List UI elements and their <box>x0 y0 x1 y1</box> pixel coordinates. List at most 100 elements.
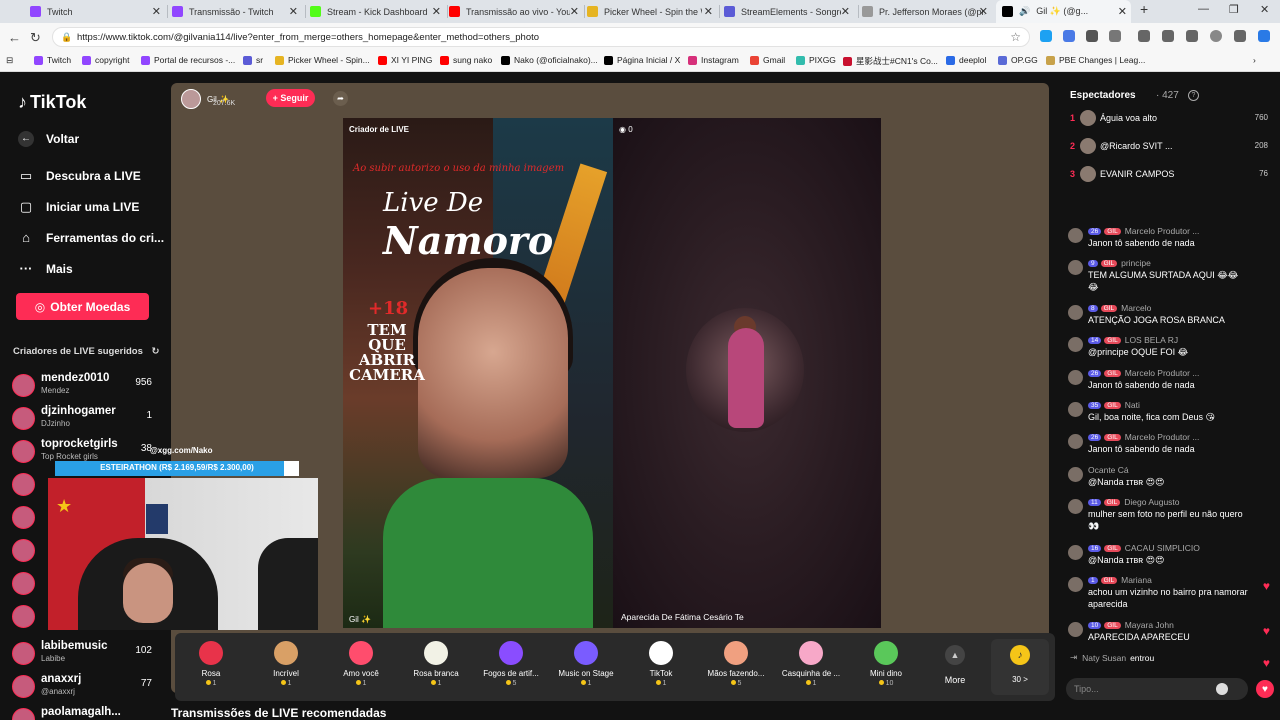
bookmark[interactable]: PIXGG <box>796 55 836 65</box>
avatar[interactable] <box>1068 545 1083 560</box>
browser-tab[interactable]: Transmissão ao vivo - YouTube ✕ <box>449 0 583 23</box>
close-window-icon[interactable]: ✕ <box>1260 3 1269 16</box>
avatar[interactable] <box>1068 337 1083 352</box>
browser-tab[interactable]: Transmissão - Twitch ✕ <box>172 0 302 23</box>
refresh-icon[interactable]: ↻ <box>30 30 41 46</box>
extension-icon[interactable] <box>1086 30 1098 42</box>
top-viewer-row[interactable]: 3 EVANIR CAMPOS 76 <box>1068 166 1276 184</box>
chat-username[interactable]: Diego Augusto <box>1124 497 1179 507</box>
send-gift-icon[interactable]: ♥ <box>1256 680 1274 698</box>
emoji-icon[interactable] <box>1216 683 1228 695</box>
bookmark[interactable]: Portal de recursos -... <box>141 55 235 65</box>
gift-item[interactable]: Music on Stage 1 <box>554 641 618 687</box>
tiktok-logo[interactable]: ♪ TikTok <box>18 92 86 113</box>
bookmark[interactable]: PBE Changes | Leag... <box>1046 55 1145 65</box>
chat-input[interactable]: Tipo... <box>1066 678 1248 700</box>
puzzle-icon[interactable] <box>1138 30 1150 42</box>
favorites-icon[interactable] <box>1186 30 1198 42</box>
close-tab-icon[interactable]: ✕ <box>152 5 161 18</box>
chat-username[interactable]: Mayara John <box>1125 620 1174 630</box>
close-tab-icon[interactable]: ✕ <box>432 5 441 18</box>
browser-tab[interactable]: Pr. Jefferson Moraes (@pr.je... ✕ <box>862 0 992 23</box>
chat-username[interactable]: LOS BELA RJ <box>1125 335 1178 345</box>
bookmark[interactable]: Nako (@oficialnako)... <box>501 55 598 65</box>
gift-item[interactable]: Casquinha de ... 1 <box>779 641 843 687</box>
chat-username[interactable]: CACAU SIMPLICIO <box>1125 543 1200 553</box>
chat-username[interactable]: Nati <box>1125 400 1140 410</box>
gift-item[interactable]: Mãos fazendo... 5 <box>704 641 768 687</box>
share-icon[interactable]: ➦ <box>333 91 348 106</box>
creator-tools-link[interactable]: ⌂ Ferramentas do cri... <box>18 230 164 245</box>
close-tab-icon[interactable]: ✕ <box>1118 5 1127 18</box>
top-viewer-row[interactable]: 2 @Ricardo SVIT ... 208 <box>1068 138 1276 156</box>
chat-username[interactable]: Marcelo <box>1121 303 1151 313</box>
avatar[interactable] <box>1068 622 1083 637</box>
new-tab-icon[interactable]: + <box>1140 1 1148 17</box>
gift-item[interactable]: Mini dino 10 <box>854 641 918 687</box>
browser-tab[interactable]: Picker Wheel - Spin the Wheel ✕ <box>587 0 717 23</box>
chat-username[interactable]: Marcelo Produtor ... <box>1125 432 1200 442</box>
bookmark[interactable]: Página Inicial / X <box>604 55 680 65</box>
browser-tab[interactable]: Stream - Kick Dashboard ✕ <box>310 0 445 23</box>
avatar[interactable] <box>1068 305 1083 320</box>
bookmark[interactable]: Twitch <box>34 55 71 65</box>
gift-item[interactable]: Rosa 1 <box>179 641 243 687</box>
close-tab-icon[interactable]: ✕ <box>979 5 988 18</box>
start-live-link[interactable]: ▢ Iniciar uma LIVE <box>18 199 140 215</box>
gift-item[interactable]: Incrível 1 <box>254 641 318 687</box>
menu-dots-icon[interactable] <box>1234 30 1246 42</box>
more-link[interactable]: ··· Mais <box>18 261 73 276</box>
profile-avatar[interactable] <box>1210 30 1222 42</box>
avatar[interactable] <box>1068 402 1083 417</box>
creator-item[interactable]: paolamagalh... <box>12 706 162 720</box>
host-video[interactable]: Criador de LIVE Ao subir autorizo o uso … <box>343 118 613 628</box>
coins-balance-button[interactable]: ♪ 30 > <box>991 639 1049 695</box>
bookmark[interactable]: Gmail <box>750 55 785 65</box>
speaker-icon[interactable]: 🔊 <box>1019 6 1030 17</box>
avatar[interactable] <box>1068 370 1083 385</box>
split-screen-icon[interactable] <box>1162 30 1174 42</box>
bookmark[interactable]: sung nako <box>440 55 492 65</box>
lock-icon[interactable]: 🔒 <box>61 32 72 43</box>
discover-live-link[interactable]: ▭ Descubra a LIVE <box>18 168 141 184</box>
translate-icon[interactable] <box>1063 30 1075 42</box>
chat-username[interactable]: Ocante Cá <box>1088 465 1129 475</box>
gift-item[interactable]: Amo você 1 <box>329 641 393 687</box>
gift-item[interactable]: Fogos de artif... 5 <box>479 641 543 687</box>
copilot-icon[interactable] <box>1258 30 1270 42</box>
host-avatar[interactable] <box>181 89 201 109</box>
browser-tab-active[interactable]: 🔊 Gil ✨ (@g... ✕ <box>996 0 1131 23</box>
close-tab-icon[interactable]: ✕ <box>289 5 298 18</box>
follow-button[interactable]: + Seguir <box>266 89 315 107</box>
avatar[interactable] <box>1068 467 1083 482</box>
chat-username[interactable]: Marcelo Produtor ... <box>1125 226 1200 236</box>
creator-item[interactable]: labibemusic Labibe 102 <box>12 640 162 670</box>
star-icon[interactable]: ☆ <box>1010 30 1021 44</box>
avatar[interactable] <box>1068 577 1083 592</box>
bookmark[interactable]: OP.GG <box>998 55 1038 65</box>
close-tab-icon[interactable]: ✕ <box>841 5 850 18</box>
avatar[interactable] <box>1068 228 1083 243</box>
extension-icon[interactable] <box>1109 30 1121 42</box>
avatar[interactable] <box>1068 499 1083 514</box>
close-tab-icon[interactable]: ✕ <box>704 5 713 18</box>
browser-tab[interactable]: StreamElements - Songrequest ✕ <box>724 0 854 23</box>
chat-username[interactable]: Naty Susan <box>1082 653 1126 663</box>
minimize-icon[interactable]: — <box>1198 3 1209 15</box>
url-field[interactable]: 🔒 https://www.tiktok.com/@gilvania114/li… <box>52 27 1030 47</box>
bookmark[interactable]: XI YI PING <box>378 55 432 65</box>
browser-tab[interactable]: Twitch ✕ <box>30 0 165 23</box>
chat-username[interactable]: principe <box>1121 258 1151 268</box>
top-viewer-row[interactable]: 1 Águia voa alto 760 <box>1068 110 1276 128</box>
chevron-right-icon[interactable]: › <box>1253 55 1256 65</box>
bookmark[interactable]: 星影战士#CN1's Co... <box>843 55 938 67</box>
chat-username[interactable]: Mariana <box>1121 575 1152 585</box>
gift-item[interactable]: TikTok 1 <box>629 641 693 687</box>
creator-item[interactable]: anaxxrj @anaxxrj 77 <box>12 673 162 703</box>
creator-item[interactable]: mendez0010 Mendez 956 <box>12 372 162 402</box>
info-icon[interactable]: ? <box>1188 90 1199 101</box>
bookmark[interactable]: Instagram <box>688 55 739 65</box>
gift-item[interactable]: Rosa branca 1 <box>404 641 468 687</box>
chat-username[interactable]: Marcelo Produtor ... <box>1125 368 1200 378</box>
bookmark[interactable]: sr <box>243 55 263 65</box>
